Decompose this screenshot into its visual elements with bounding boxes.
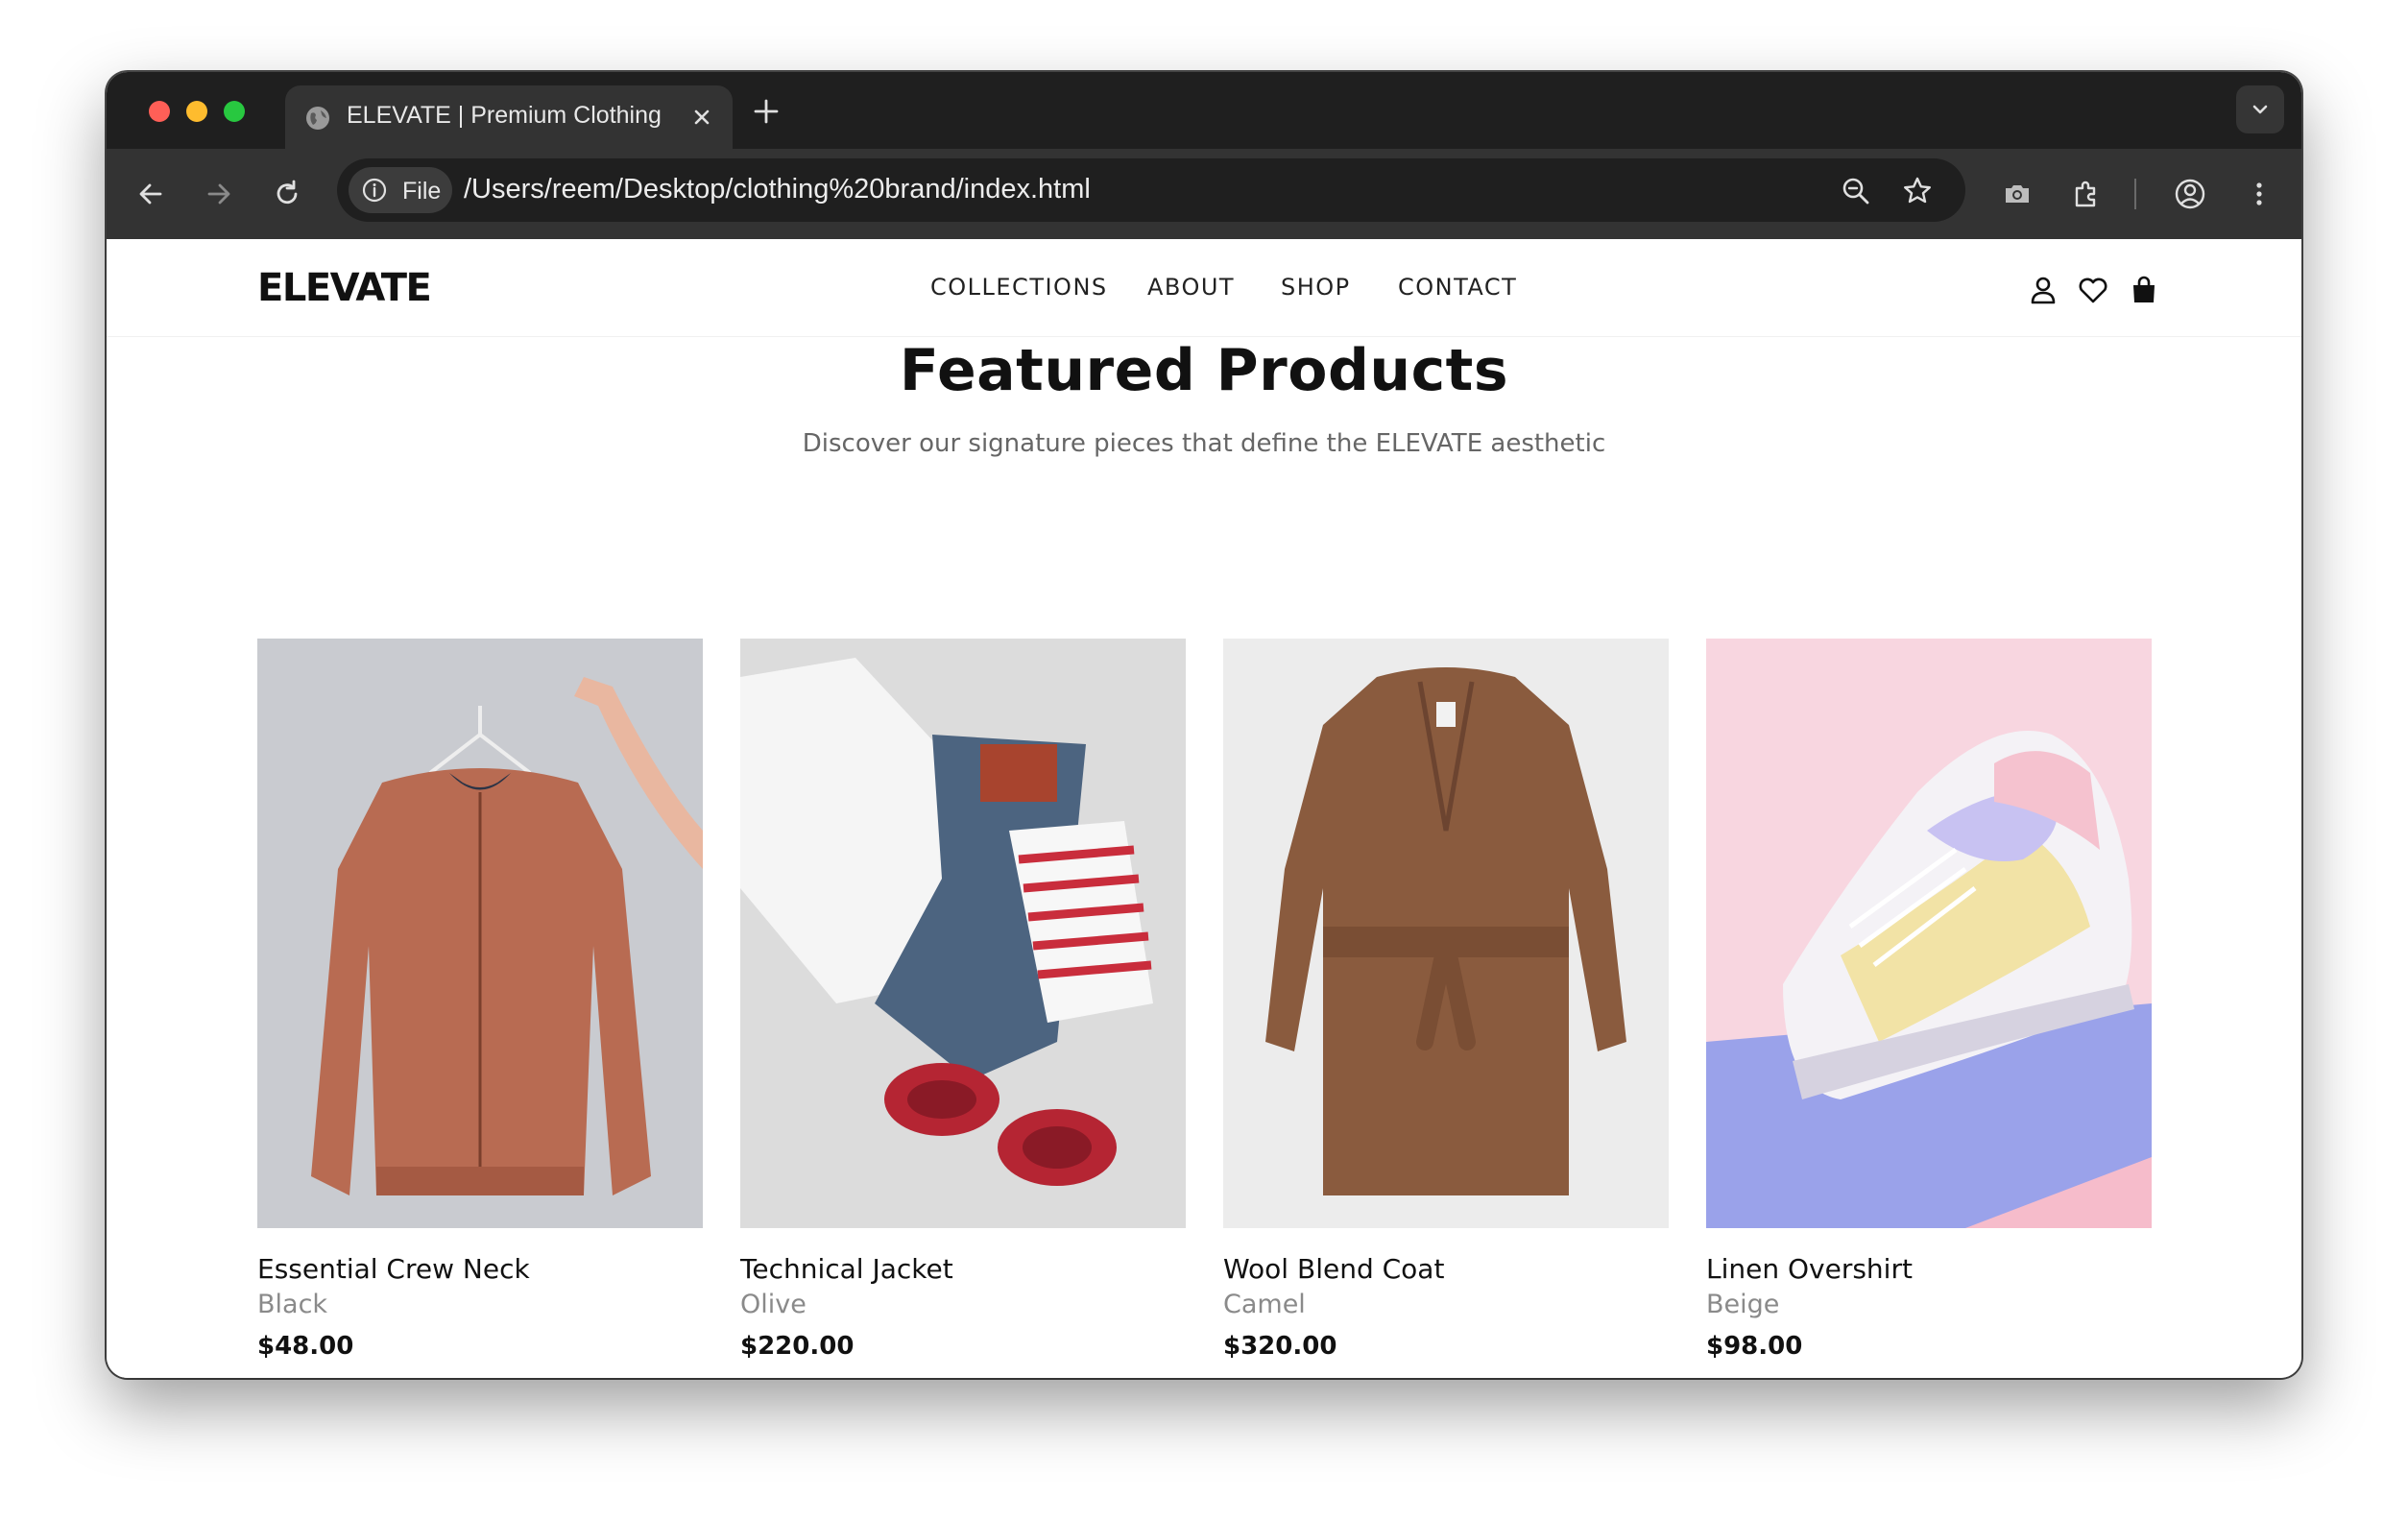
profile-icon[interactable] bbox=[2171, 175, 2209, 213]
product-color: Olive bbox=[740, 1290, 807, 1319]
product-card[interactable]: Technical Jacket Olive $220.00 bbox=[740, 639, 1186, 1378]
title-bar: ELEVATE | Premium Clothing bbox=[107, 72, 2301, 149]
chevron-down-icon bbox=[2252, 105, 2268, 114]
star-icon[interactable] bbox=[1900, 174, 1935, 208]
nav-shop[interactable]: SHOP bbox=[1281, 274, 1351, 301]
heart-icon[interactable] bbox=[2077, 274, 2109, 306]
product-card[interactable]: Wool Blend Coat Camel $320.00 bbox=[1223, 639, 1669, 1378]
more-icon[interactable] bbox=[2240, 175, 2278, 213]
camera-icon[interactable] bbox=[1998, 175, 2036, 213]
toolbar-divider bbox=[2134, 179, 2136, 209]
nav-collections[interactable]: COLLECTIONS bbox=[930, 274, 1108, 301]
info-icon bbox=[362, 178, 387, 203]
browser-window: ELEVATE | Premium Clothing File /Users/r… bbox=[107, 72, 2301, 1378]
product-card[interactable]: Linen Overshirt Beige $98.00 bbox=[1706, 639, 2152, 1378]
section-title: Featured Products bbox=[899, 337, 1509, 404]
product-name[interactable]: Technical Jacket bbox=[740, 1253, 953, 1285]
product-price: $98.00 bbox=[1706, 1332, 1803, 1361]
nav-about[interactable]: ABOUT bbox=[1147, 274, 1235, 301]
product-color: Beige bbox=[1706, 1290, 1780, 1319]
maximize-window-button[interactable] bbox=[224, 101, 245, 122]
forward-icon[interactable] bbox=[200, 175, 238, 213]
product-color: Black bbox=[257, 1290, 328, 1319]
page-viewport: ELEVATE COLLECTIONS ABOUT SHOP CONTACT F… bbox=[107, 239, 2301, 1378]
browser-tab[interactable]: ELEVATE | Premium Clothing bbox=[285, 85, 733, 149]
product-image[interactable] bbox=[1706, 639, 2152, 1228]
product-card[interactable]: Essential Crew Neck Black $48.00 bbox=[257, 639, 703, 1378]
zoom-icon[interactable] bbox=[1839, 174, 1873, 208]
product-image[interactable] bbox=[1223, 639, 1669, 1228]
browser-toolbar: File /Users/reem/Desktop/clothing%20bran… bbox=[107, 149, 2301, 239]
globe-icon bbox=[306, 107, 329, 130]
minimize-window-button[interactable] bbox=[186, 101, 207, 122]
product-price: $220.00 bbox=[740, 1332, 855, 1361]
main-nav: COLLECTIONS ABOUT SHOP CONTACT bbox=[107, 274, 2301, 308]
scheme-label: File bbox=[402, 178, 442, 205]
section-subtitle: Discover our signature pieces that defin… bbox=[802, 429, 1606, 458]
product-color: Camel bbox=[1223, 1290, 1306, 1319]
back-icon[interactable] bbox=[132, 175, 170, 213]
extensions-icon[interactable] bbox=[2067, 175, 2106, 213]
address-bar[interactable]: File /Users/reem/Desktop/clothing%20bran… bbox=[337, 158, 1965, 222]
product-price: $48.00 bbox=[257, 1332, 354, 1361]
url-text[interactable]: /Users/reem/Desktop/clothing%20brand/ind… bbox=[464, 174, 1091, 205]
tab-search-button[interactable] bbox=[2236, 85, 2284, 133]
close-tab-icon[interactable] bbox=[688, 104, 715, 131]
shopping-bag-icon[interactable] bbox=[2128, 274, 2160, 306]
close-window-button[interactable] bbox=[149, 101, 170, 122]
user-icon[interactable] bbox=[2027, 274, 2059, 306]
site-header: ELEVATE COLLECTIONS ABOUT SHOP CONTACT bbox=[107, 239, 2301, 337]
product-price: $320.00 bbox=[1223, 1332, 1337, 1361]
product-image[interactable] bbox=[257, 639, 703, 1228]
new-tab-icon[interactable] bbox=[752, 97, 781, 126]
tab-title: ELEVATE | Premium Clothing bbox=[347, 102, 662, 129]
nav-contact[interactable]: CONTACT bbox=[1398, 274, 1517, 301]
product-name[interactable]: Linen Overshirt bbox=[1706, 1253, 1913, 1285]
reload-icon[interactable] bbox=[268, 175, 306, 213]
product-name[interactable]: Essential Crew Neck bbox=[257, 1253, 530, 1285]
site-info-chip[interactable]: File bbox=[349, 167, 452, 213]
product-image[interactable] bbox=[740, 639, 1186, 1228]
product-name[interactable]: Wool Blend Coat bbox=[1223, 1253, 1444, 1285]
